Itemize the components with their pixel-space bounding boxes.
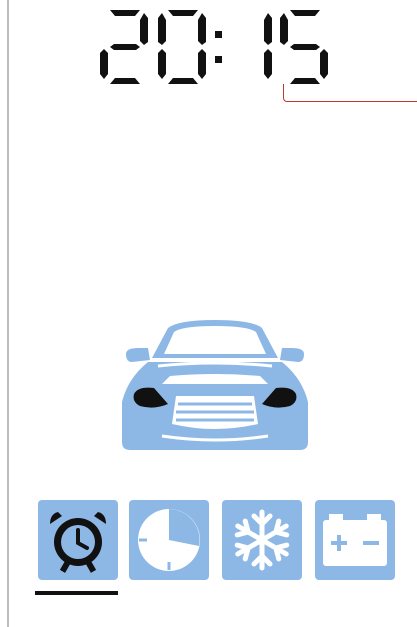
alarm-clock-icon <box>38 500 118 580</box>
snowflake-icon <box>222 500 302 580</box>
minute-digit-units <box>280 10 328 84</box>
left-divider <box>7 0 9 627</box>
function-toolbar <box>38 500 398 584</box>
battery-button[interactable] <box>315 500 395 580</box>
hour-digit-tens <box>100 10 148 84</box>
climate-button[interactable] <box>222 500 302 580</box>
timer-icon <box>129 500 209 580</box>
timer-button[interactable] <box>129 500 209 580</box>
alarm-button[interactable] <box>38 500 118 580</box>
car-front-icon <box>118 318 312 452</box>
hour-digit-units <box>158 10 206 84</box>
active-tab-indicator <box>35 591 118 595</box>
clock-digits <box>100 10 328 84</box>
clock-display: 20:15 <box>100 10 332 84</box>
clock-colon <box>215 31 222 63</box>
callout-line <box>283 84 417 102</box>
minute-digit-tens <box>264 13 272 79</box>
battery-icon <box>315 500 395 580</box>
